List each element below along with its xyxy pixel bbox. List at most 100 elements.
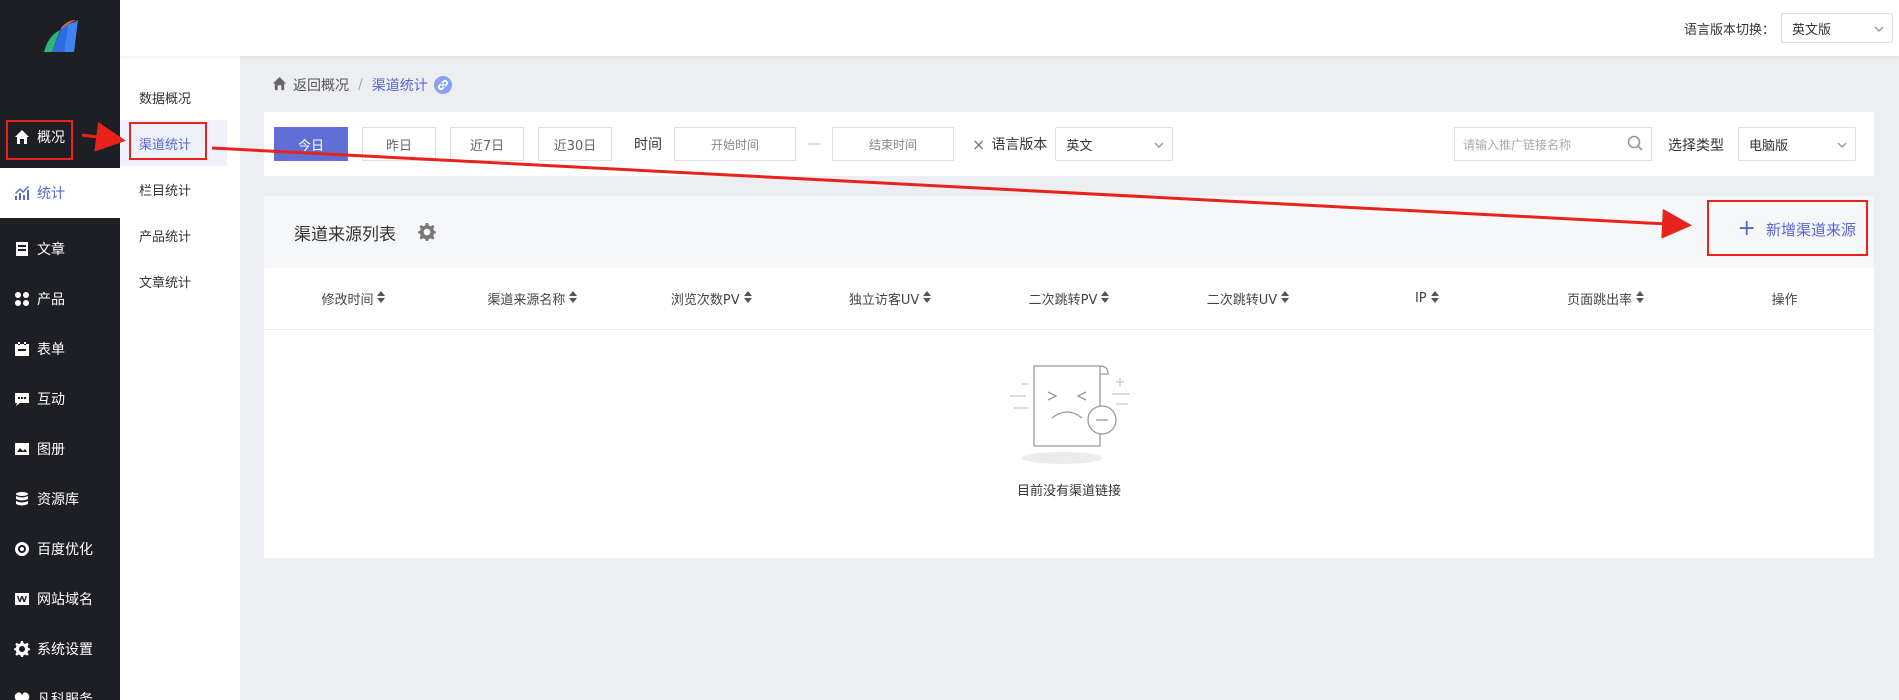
- sidebar-item-articles[interactable]: 文章: [0, 224, 120, 274]
- home-icon[interactable]: [272, 76, 287, 95]
- link-icon[interactable]: [433, 76, 452, 94]
- chart-icon: [14, 185, 30, 201]
- table-header: 修改时间 渠道来源名称 浏览次数PV 独立访客UV 二次跳转PV 二次跳转UV …: [264, 268, 1874, 330]
- sidebar-item-label: 互动: [37, 392, 65, 408]
- sidebar-item-label: 概况: [37, 130, 65, 146]
- sidebar-item-overview[interactable]: 概况: [0, 112, 120, 162]
- column-label: 二次跳转UV: [1206, 293, 1278, 308]
- column-label: 二次跳转PV: [1028, 293, 1098, 308]
- back-to-overview-link[interactable]: 返回概况: [293, 75, 349, 95]
- subnav-item-data-overview[interactable]: 数据概况: [120, 74, 240, 120]
- column-header-second-pv[interactable]: 二次跳转PV: [980, 289, 1159, 308]
- sort-icon: [1097, 290, 1110, 307]
- sidebar-item-label: 图册: [37, 442, 65, 458]
- sidebar-item-seo[interactable]: 百度优化: [0, 524, 120, 574]
- sidebar-item-gallery[interactable]: 图册: [0, 424, 120, 474]
- target-icon: [14, 541, 30, 557]
- sidebar-item-statistics[interactable]: 统计: [0, 168, 120, 218]
- calendar-icon: [14, 341, 30, 357]
- time-label: 时间: [634, 137, 662, 153]
- column-label: 浏览次数PV: [670, 293, 740, 308]
- sidebar-item-forms[interactable]: 表单: [0, 324, 120, 374]
- sidebar-item-label: 统计: [37, 186, 65, 202]
- subnav-item-article-stats[interactable]: 文章统计: [120, 258, 240, 304]
- column-label: 页面跳出率: [1567, 293, 1633, 308]
- column-header-bounce-rate[interactable]: 页面跳出率: [1516, 289, 1695, 308]
- sidebar-item-label: 凡科服务: [37, 692, 93, 700]
- select-type-label: 选择类型: [1668, 138, 1724, 154]
- sidebar-item-domains[interactable]: 网站域名: [0, 574, 120, 624]
- language-filter-value: 英文: [1066, 138, 1093, 154]
- column-label: 独立访客UV: [848, 293, 920, 308]
- sort-icon: [1632, 290, 1645, 307]
- gear-icon[interactable]: [418, 223, 436, 241]
- column-header-modified-time[interactable]: 修改时间: [264, 289, 443, 308]
- search-input[interactable]: 请输入推广链接名称: [1454, 127, 1652, 161]
- heart-icon: [14, 691, 30, 700]
- column-header-pv[interactable]: 浏览次数PV: [622, 289, 801, 308]
- start-time-input[interactable]: 开始时间: [674, 127, 796, 161]
- empty-document-icon: [1010, 365, 1130, 464]
- sidebar-item-interaction[interactable]: 互动: [0, 374, 120, 424]
- tab-last-7-days[interactable]: 近7日: [450, 127, 524, 161]
- search-placeholder: 请输入推广链接名称: [1463, 137, 1572, 152]
- chevron-down-icon: [1837, 139, 1847, 149]
- sidebar-item-label: 产品: [37, 292, 65, 308]
- column-header-second-uv[interactable]: 二次跳转UV: [1158, 289, 1337, 308]
- sidebar-item-label: 文章: [37, 242, 65, 258]
- card-title: 渠道来源列表: [294, 224, 396, 245]
- image-icon: [14, 441, 30, 457]
- sort-icon: [1427, 290, 1439, 307]
- device-type-select[interactable]: 电脑版: [1738, 127, 1856, 161]
- database-icon: [14, 491, 30, 507]
- clear-date-icon[interactable]: ×: [972, 135, 985, 154]
- sort-icon: [1277, 290, 1290, 307]
- breadcrumb-current: 渠道统计: [371, 78, 428, 94]
- logo-icon: [44, 20, 78, 52]
- language-filter-select[interactable]: 英文: [1055, 127, 1174, 161]
- w-icon: [14, 591, 30, 607]
- sidebar-item-label: 表单: [37, 342, 65, 358]
- logo[interactable]: [0, 0, 120, 112]
- chevron-down-icon: [1154, 139, 1164, 149]
- column-label: 修改时间: [321, 293, 374, 308]
- add-channel-source-button[interactable]: + 新增渠道来源: [1738, 218, 1856, 240]
- sidebar-item-label: 系统设置: [37, 642, 93, 658]
- document-icon: [14, 241, 30, 257]
- sidebar-item-label: 网站域名: [37, 592, 93, 608]
- sort-icon: [740, 290, 752, 307]
- subnav-item-channel-stats[interactable]: 渠道统计: [120, 120, 227, 166]
- subnav-item-column-stats[interactable]: 栏目统计: [120, 166, 240, 212]
- column-label: IP: [1414, 291, 1427, 306]
- column-header-ip[interactable]: IP: [1337, 290, 1516, 307]
- column-header-channel-name[interactable]: 渠道来源名称: [443, 289, 622, 308]
- date-range-dash: —: [807, 136, 821, 152]
- language-version-select[interactable]: 英文版: [1781, 13, 1893, 43]
- subnav-item-product-stats[interactable]: 产品统计: [120, 212, 240, 258]
- sidebar-item-products[interactable]: 产品: [0, 274, 120, 324]
- tab-today[interactable]: 今日: [274, 127, 348, 161]
- column-header-uv[interactable]: 独立访客UV: [801, 289, 980, 308]
- sidebar-item-settings[interactable]: 系统设置: [0, 624, 120, 674]
- column-header-actions: 操作: [1771, 293, 1798, 308]
- top-bar: 语言版本切换： 英文版: [120, 0, 1899, 56]
- sub-sidebar: 数据概况 渠道统计 栏目统计 产品统计 文章统计: [120, 0, 240, 700]
- end-time-input[interactable]: 结束时间: [832, 127, 954, 161]
- card-header: 渠道来源列表 + 新增渠道来源: [264, 196, 1874, 268]
- channel-source-card: 渠道来源列表 + 新增渠道来源 修改时间 渠道来源名称 浏览次数PV 独立访客U…: [264, 196, 1874, 558]
- tab-last-30-days[interactable]: 近30日: [538, 127, 612, 161]
- chevron-down-icon: [1874, 23, 1884, 33]
- sort-icon: [373, 290, 386, 307]
- empty-state-text: 目前没有渠道链接: [1016, 484, 1121, 499]
- column-label: 渠道来源名称: [487, 293, 566, 308]
- empty-state: 目前没有渠道链接: [264, 330, 1874, 499]
- filter-bar: 今日 昨日 近7日 近30日 时间 开始时间 — 结束时间 × 语言版本 英文 …: [264, 112, 1874, 176]
- tab-yesterday[interactable]: 昨日: [362, 127, 436, 161]
- home-icon: [14, 129, 30, 145]
- gear-icon: [14, 641, 30, 657]
- plus-icon: +: [1737, 216, 1756, 241]
- device-type-value: 电脑版: [1749, 138, 1789, 154]
- sidebar-item-resources[interactable]: 资源库: [0, 474, 120, 524]
- search-icon[interactable]: [1627, 135, 1643, 154]
- sidebar-item-services[interactable]: 凡科服务: [0, 674, 120, 700]
